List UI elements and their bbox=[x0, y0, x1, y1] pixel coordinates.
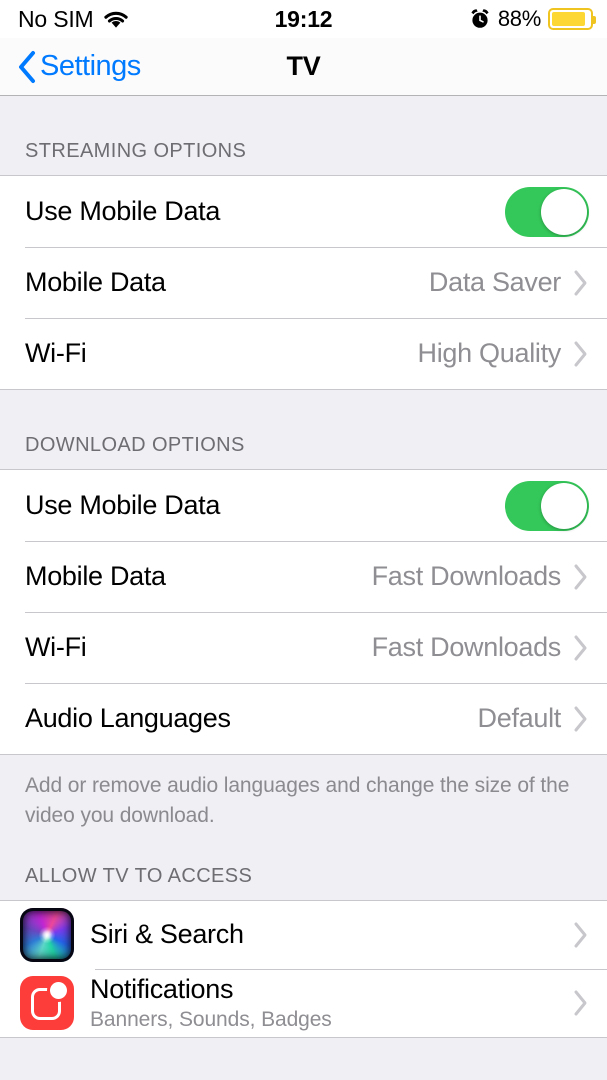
row-value: Fast Downloads bbox=[371, 632, 562, 662]
section-header-download: DOWNLOAD OPTIONS bbox=[25, 434, 245, 456]
row-label: Use Mobile Data bbox=[25, 196, 221, 226]
notifications-icon bbox=[20, 975, 74, 1030]
row-subtitle: Banners, Sounds, Badges bbox=[90, 1007, 332, 1031]
chevron-right-icon bbox=[573, 340, 589, 368]
chevron-right-icon bbox=[573, 563, 589, 591]
settings-list[interactable]: STREAMING OPTIONS Use Mobile Data Mobile… bbox=[0, 96, 607, 1080]
row-streaming-use-mobile-data[interactable]: Use Mobile Data bbox=[0, 176, 607, 247]
notification-badge-dot bbox=[50, 981, 67, 999]
row-label: Mobile Data bbox=[25, 267, 166, 297]
chevron-right-icon bbox=[573, 989, 589, 1017]
row-label: Siri & Search bbox=[90, 919, 244, 950]
section-download-options: Use Mobile Data Mobile Data Fast Downloa… bbox=[0, 469, 607, 755]
row-audio-languages[interactable]: Audio Languages Default bbox=[0, 683, 607, 754]
chevron-right-icon bbox=[573, 705, 589, 733]
battery-icon bbox=[548, 8, 596, 30]
row-download-mobile-data[interactable]: Mobile Data Fast Downloads bbox=[0, 541, 607, 612]
row-notifications[interactable]: Notifications Banners, Sounds, Badges bbox=[0, 968, 607, 1037]
carrier-label: No SIM bbox=[18, 5, 94, 32]
row-label: Mobile Data bbox=[25, 561, 166, 591]
back-button-label: Settings bbox=[40, 50, 141, 82]
battery-percentage: 88% bbox=[497, 6, 541, 31]
section-allow-tv-to-access: Siri & Search Notifications Banners, Sou… bbox=[0, 899, 607, 1038]
row-text-stack: Notifications Banners, Sounds, Badges bbox=[90, 974, 332, 1032]
status-bar-left: No SIM bbox=[18, 5, 130, 32]
row-label: Use Mobile Data bbox=[25, 490, 221, 520]
section-header-allow-access: ALLOW TV TO ACCESS bbox=[25, 864, 253, 887]
row-download-use-mobile-data[interactable]: Use Mobile Data bbox=[0, 470, 607, 541]
chevron-right-icon bbox=[573, 269, 589, 297]
siri-icon bbox=[20, 907, 74, 962]
row-value: Default bbox=[477, 703, 562, 733]
chevron-right-icon bbox=[573, 921, 589, 949]
row-streaming-wifi[interactable]: Wi-Fi High Quality bbox=[0, 318, 607, 389]
status-bar-right: 88% bbox=[469, 6, 596, 32]
chevron-right-icon bbox=[573, 634, 589, 662]
toggle-knob bbox=[541, 188, 587, 235]
chevron-left-icon bbox=[16, 49, 38, 85]
alarm-clock-icon bbox=[469, 8, 491, 30]
notification-square-shape bbox=[31, 981, 67, 1020]
row-streaming-mobile-data[interactable]: Mobile Data Data Saver bbox=[0, 247, 607, 318]
toggle-streaming-use-mobile-data[interactable] bbox=[505, 186, 589, 237]
row-label: Notifications bbox=[90, 973, 234, 1004]
section-streaming-options: Use Mobile Data Mobile Data Data Saver W… bbox=[0, 175, 607, 390]
section-header-streaming: STREAMING OPTIONS bbox=[25, 140, 247, 162]
row-download-wifi[interactable]: Wi-Fi Fast Downloads bbox=[0, 612, 607, 683]
toggle-knob bbox=[541, 482, 587, 529]
section-footer-download: Add or remove audio languages and change… bbox=[25, 774, 570, 827]
tv-settings-screen: No SIM 19:12 88% Settings TV STREAMING O… bbox=[0, 0, 607, 1080]
wifi-icon bbox=[102, 9, 130, 30]
back-button[interactable]: Settings bbox=[16, 49, 141, 85]
toggle-download-use-mobile-data[interactable] bbox=[505, 480, 589, 531]
navigation-bar: Settings TV bbox=[0, 38, 607, 96]
row-value: Data Saver bbox=[428, 267, 561, 297]
status-bar: No SIM 19:12 88% bbox=[0, 0, 607, 38]
row-label: Wi-Fi bbox=[25, 632, 87, 662]
row-value: High Quality bbox=[417, 338, 562, 368]
row-label: Audio Languages bbox=[25, 703, 231, 733]
row-value: Fast Downloads bbox=[371, 561, 562, 591]
row-siri-and-search[interactable]: Siri & Search bbox=[0, 900, 607, 969]
row-label: Wi-Fi bbox=[25, 338, 87, 368]
battery-fill bbox=[552, 12, 585, 26]
